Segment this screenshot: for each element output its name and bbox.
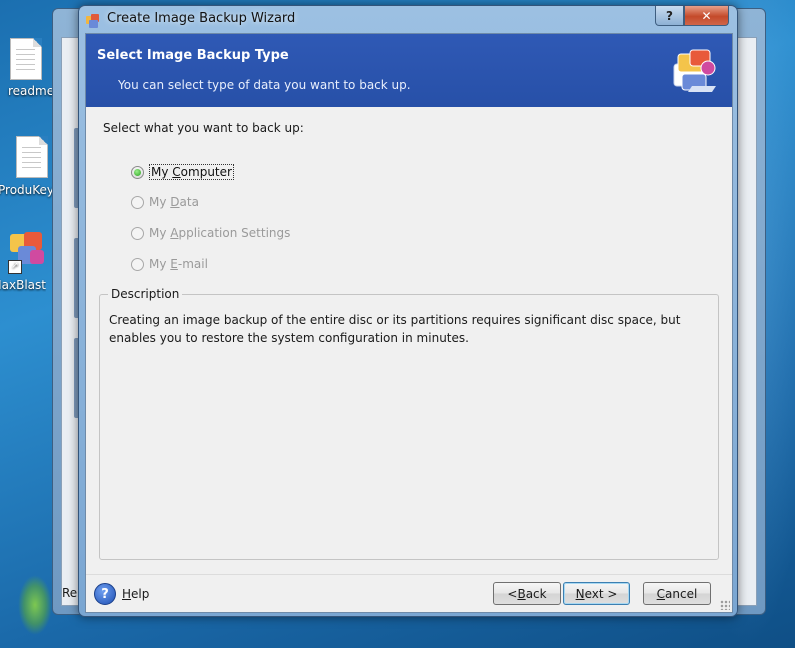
maxblast-app-icon: ↗	[8, 230, 48, 274]
help-link[interactable]: ? Help	[94, 583, 149, 605]
description-groupbox: Description Creating an image backup of …	[99, 287, 719, 560]
help-icon[interactable]: ?	[94, 583, 116, 605]
wizard-app-icon	[86, 14, 99, 28]
backup-logo-icon	[673, 49, 716, 92]
header-title: Select Image Backup Type	[97, 48, 289, 63]
option-label: My Application Settings	[149, 226, 291, 240]
document-icon	[16, 136, 48, 178]
next-button[interactable]: Next >	[563, 582, 630, 605]
header-subtitle: You can select type of data you want to …	[118, 78, 411, 92]
wizard-header: Select Image Backup Type You can select …	[86, 34, 732, 107]
wizard-window: Create Image Backup Wizard ? ✕ Select Im…	[78, 5, 738, 617]
radio-button	[131, 257, 144, 271]
resize-grip[interactable]	[720, 600, 730, 610]
option-my-application-settings: My Application Settings	[131, 226, 290, 240]
footer-divider	[86, 574, 732, 575]
back-button[interactable]: < Back	[493, 582, 561, 605]
option-my-computer[interactable]: My Computer	[131, 164, 234, 180]
document-icon	[10, 38, 42, 80]
wizard-title: Create Image Backup Wizard	[107, 11, 296, 26]
wizard-client-area: Select Image Backup Type You can select …	[85, 33, 733, 613]
option-my-email: My E-mail	[131, 257, 208, 271]
option-my-data: My Data	[131, 195, 199, 209]
titlebar-close-button[interactable]: ✕	[684, 6, 729, 26]
radio-button	[131, 226, 144, 240]
radio-button	[131, 195, 144, 209]
description-legend: Description	[108, 287, 183, 301]
option-label: My E-mail	[149, 257, 208, 271]
backup-type-prompt: Select what you want to back up:	[103, 121, 304, 135]
option-label: My Data	[149, 195, 199, 209]
option-label[interactable]: My Computer	[149, 164, 234, 180]
titlebar-help-button[interactable]: ?	[655, 6, 684, 26]
radio-button[interactable]	[131, 165, 144, 179]
wizard-titlebar[interactable]: Create Image Backup Wizard ? ✕	[79, 6, 737, 34]
description-text: Creating an image backup of the entire d…	[109, 313, 681, 345]
desktop-leaf-decoration	[18, 575, 52, 635]
desktop-icon-label: Maxtor MaxBlast	[0, 278, 46, 292]
background-window-status: Re	[62, 586, 78, 600]
cancel-button[interactable]: Cancel	[643, 582, 711, 605]
help-label[interactable]: Help	[122, 587, 149, 601]
